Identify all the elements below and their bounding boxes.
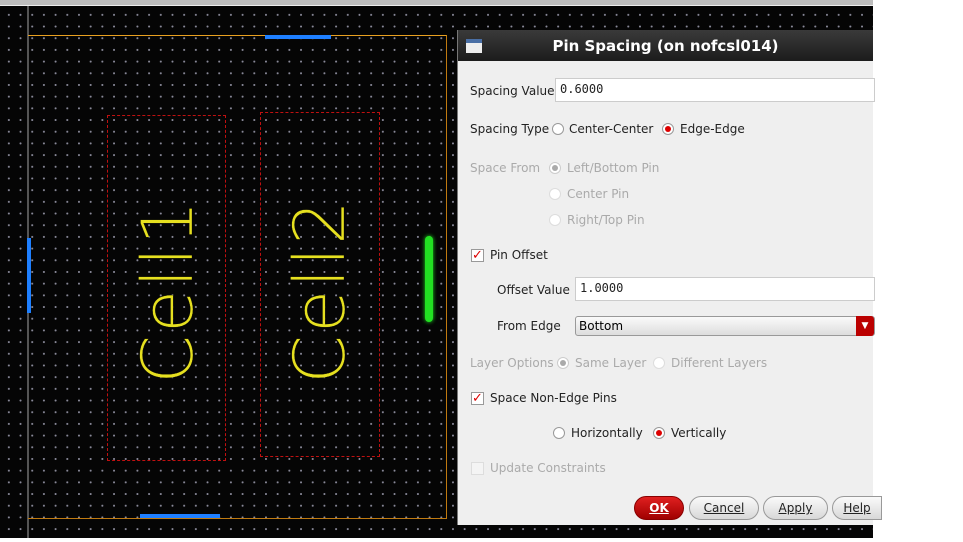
cancel-button[interactable]: Cancel [689, 496, 759, 520]
offset-value-label: Offset Value [497, 283, 570, 297]
edge-edge-label: Edge-Edge [680, 122, 745, 136]
dialog-title: Pin Spacing (on nofcsl014) [552, 36, 779, 55]
help-button[interactable]: Help [832, 496, 882, 520]
offset-value-input[interactable]: 1.0000 [575, 277, 875, 301]
different-layers-label: Different Layers [671, 356, 768, 370]
spacing-value-label: Spacing Value [470, 84, 555, 98]
same-layer-label: Same Layer [575, 356, 647, 370]
update-constraints-label: Update Constraints [490, 461, 606, 475]
from-edge-label: From Edge [497, 319, 561, 333]
window-menu-icon[interactable] [466, 39, 482, 53]
radio-center-center[interactable] [552, 123, 564, 135]
layer-options-label: Layer Options [470, 356, 554, 370]
radio-center-pin[interactable] [549, 188, 561, 200]
center-pin-label: Center Pin [567, 187, 630, 201]
dialog-titlebar[interactable]: Pin Spacing (on nofcsl014) [458, 30, 873, 61]
ok-button[interactable]: OK [634, 496, 684, 520]
space-non-edge-checkbox[interactable]: ✓ [471, 392, 484, 405]
pin-bottom[interactable] [140, 514, 220, 518]
update-constraints-checkbox[interactable] [471, 462, 484, 475]
radio-edge-edge[interactable] [662, 123, 674, 135]
radio-different-layers[interactable] [653, 357, 665, 369]
from-edge-value: Bottom [579, 319, 624, 333]
left-bottom-pin-label: Left/Bottom Pin [567, 161, 660, 175]
radio-right-top-pin[interactable] [549, 214, 561, 226]
pin-selected[interactable] [425, 236, 433, 322]
pin-spacing-dialog: Pin Spacing (on nofcsl014) Spacing Value… [457, 30, 882, 525]
right-top-pin-label: Right/Top Pin [567, 213, 645, 227]
from-edge-select[interactable]: Bottom ▼ [575, 316, 875, 336]
dropdown-arrow-icon[interactable]: ▼ [856, 316, 874, 336]
cell2-label: Cell2 [279, 198, 361, 384]
radio-left-bottom-pin[interactable] [549, 162, 561, 174]
space-from-label: Space From [470, 161, 541, 175]
pin-left[interactable] [27, 238, 31, 313]
pin-offset-checkbox[interactable]: ✓ [471, 249, 484, 262]
radio-same-layer[interactable] [557, 357, 569, 369]
radio-vertically[interactable] [653, 427, 665, 439]
radio-horizontally[interactable] [553, 427, 565, 439]
pin-offset-label: Pin Offset [490, 248, 548, 262]
horizontally-label: Horizontally [571, 426, 643, 440]
prboundary [28, 35, 447, 519]
apply-button[interactable]: Apply [763, 496, 828, 520]
spacing-value-input[interactable]: 0.6000 [555, 78, 875, 102]
vertically-label: Vertically [671, 426, 727, 440]
pin-top[interactable] [265, 35, 331, 39]
spacing-type-label: Spacing Type [470, 122, 550, 136]
center-center-label: Center-Center [569, 122, 654, 136]
space-non-edge-label: Space Non-Edge Pins [490, 391, 617, 405]
cell1-label: Cell1 [127, 198, 209, 384]
